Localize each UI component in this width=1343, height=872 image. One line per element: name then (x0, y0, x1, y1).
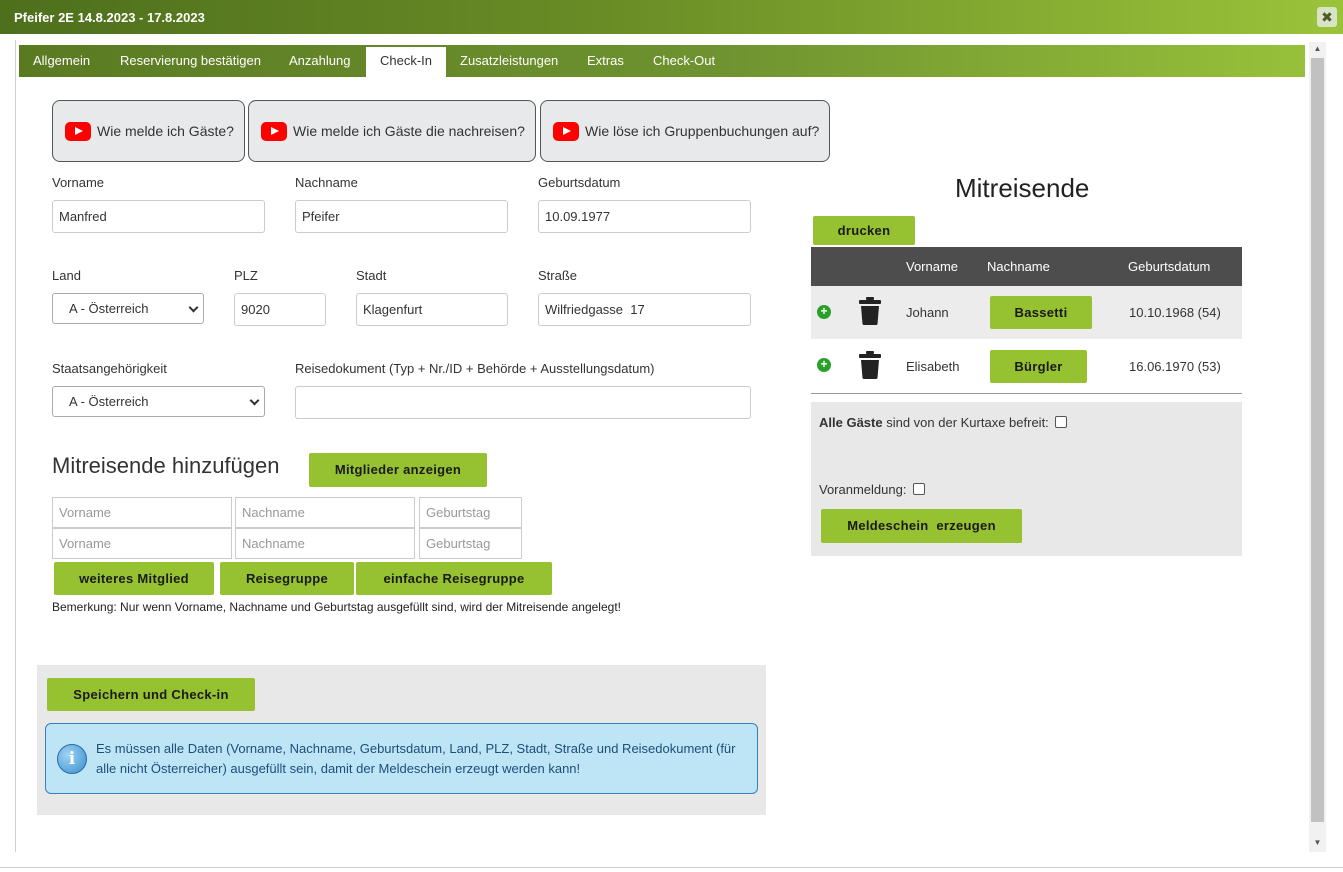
tab-anzahlung[interactable]: Anzahlung (275, 45, 364, 77)
table-divider (811, 393, 1242, 394)
plus-circle-icon[interactable]: + (817, 305, 831, 319)
trash-icon[interactable] (858, 351, 882, 379)
video-help-label: Wie löse ich Gruppenbuchungen auf? (585, 123, 820, 139)
tab-zusatzleistungen[interactable]: Zusatzleistungen (446, 45, 572, 77)
video-help-group-bookings-button[interactable]: Wie löse ich Gruppenbuchungen auf? (540, 100, 830, 162)
scrollbar-thumb[interactable] (1311, 58, 1324, 822)
companions-table-header: Vorname Nachname Geburtsdatum (811, 247, 1242, 286)
info-icon: i (57, 744, 87, 774)
dialog-title: Pfeifer 2E 14.8.2023 - 17.8.2023 (14, 10, 205, 25)
save-and-checkin-button[interactable]: Speichern und Check-in (47, 678, 255, 711)
companion-geburtstag-input[interactable]: Geburtstag (419, 497, 522, 528)
companion-nachname-button[interactable]: Bassetti (990, 296, 1092, 329)
nachname-label: Nachname (295, 175, 358, 190)
print-button[interactable]: drucken (813, 216, 915, 245)
staatsangehoerigkeit-select-value: A - Österreich (69, 394, 149, 409)
voranmeldung-option: Voranmeldung: (819, 482, 926, 497)
scrollbar[interactable]: ▲ ▼ (1309, 42, 1326, 852)
youtube-icon (65, 122, 91, 141)
info-message-text: Es müssen alle Daten (Vorname, Nachname,… (96, 741, 736, 776)
companion-geburtsdatum: 10.10.1968 (54) (1129, 305, 1221, 320)
stadt-input[interactable]: Klagenfurt (356, 293, 508, 326)
column-header-nachname: Nachname (987, 259, 1050, 274)
kurtaxe-exempt-checkbox[interactable] (1055, 416, 1068, 428)
simple-travel-group-button[interactable]: einfache Reisegruppe (356, 562, 552, 595)
youtube-icon (261, 122, 287, 141)
plz-input[interactable]: 9020 (234, 293, 326, 326)
companions-heading: Mitreisende (955, 173, 1090, 203)
tab-reservierung-bestaetigen[interactable]: Reservierung bestätigen (106, 45, 275, 77)
chevron-down-icon (188, 302, 199, 313)
companion-nachname-input[interactable]: Nachname (235, 528, 415, 559)
add-companions-heading: Mitreisende hinzufügen (52, 453, 280, 478)
companion-geburtstag-input[interactable]: Geburtstag (419, 528, 522, 559)
companion-geburtsdatum: 16.06.1970 (53) (1129, 359, 1221, 374)
plus-circle-icon[interactable]: + (817, 358, 831, 372)
video-help-label: Wie melde ich Gäste? (97, 123, 234, 139)
strasse-label: Straße (538, 268, 578, 283)
scroll-up-icon[interactable]: ▲ (1309, 42, 1326, 56)
travel-group-button[interactable]: Reisegruppe (220, 562, 354, 595)
column-header-geburtsdatum: Geburtsdatum (1128, 259, 1211, 274)
video-help-late-guests-button[interactable]: Wie melde ich Gäste die nachreisen? (248, 100, 536, 162)
geburtsdatum-label: Geburtsdatum (538, 175, 621, 190)
trash-icon[interactable] (858, 297, 882, 325)
table-row: + Elisabeth Bürgler 16.06.1970 (53) (811, 340, 1242, 393)
show-members-button[interactable]: Mitglieder anzeigen (309, 453, 487, 487)
generate-registration-form-button[interactable]: Meldeschein erzeugen (821, 509, 1022, 543)
kurtaxe-label: sind von der Kurtaxe befreit: (882, 415, 1049, 430)
kurtaxe-label-bold: Alle Gäste (819, 415, 883, 430)
vorname-input[interactable]: Manfred (52, 200, 265, 233)
land-label: Land (52, 268, 81, 283)
land-select[interactable]: A - Österreich (52, 293, 204, 324)
staatsangehoerigkeit-select[interactable]: A - Österreich (52, 386, 265, 417)
add-companions-note: Bemerkung: Nur wenn Vorname, Nachname un… (52, 600, 621, 614)
tab-check-in[interactable]: Check-In (366, 47, 447, 77)
reisedokument-input[interactable] (295, 386, 751, 419)
table-row: + Johann Bassetti 10.10.1968 (54) (811, 286, 1242, 339)
companion-vorname-input[interactable]: Vorname (52, 497, 232, 528)
land-select-value: A - Österreich (69, 301, 149, 316)
plz-label: PLZ (234, 268, 258, 283)
staatsangehoerigkeit-label: Staatsangehörigkeit (52, 361, 167, 376)
scroll-down-icon[interactable]: ▼ (1309, 836, 1326, 850)
tab-extras[interactable]: Extras (573, 45, 638, 77)
voranmeldung-checkbox[interactable] (913, 483, 926, 495)
tab-bar: Allgemein Reservierung bestätigen Anzahl… (19, 45, 1305, 77)
reisedokument-label: Reisedokument (Typ + Nr./ID + Behörde + … (295, 361, 655, 376)
chevron-down-icon (249, 395, 260, 406)
geburtsdatum-input[interactable]: 10.09.1977 (538, 200, 751, 233)
tab-check-out[interactable]: Check-Out (639, 45, 729, 77)
dialog-titlebar: Pfeifer 2E 14.8.2023 - 17.8.2023 ✖ (0, 0, 1343, 34)
video-help-guests-button[interactable]: Wie melde ich Gäste? (52, 100, 245, 162)
strasse-input[interactable]: Wilfriedgasse 17 (538, 293, 751, 326)
close-icon[interactable]: ✖ (1317, 7, 1337, 27)
info-message: i Es müssen alle Daten (Vorname, Nachnam… (45, 723, 758, 794)
stadt-label: Stadt (356, 268, 387, 283)
youtube-icon (553, 122, 579, 141)
companion-vorname: Johann (906, 305, 949, 320)
video-help-label: Wie melde ich Gäste die nachreisen? (293, 123, 525, 139)
tab-allgemein[interactable]: Allgemein (19, 45, 104, 77)
voranmeldung-label: Voranmeldung: (819, 482, 907, 497)
nachname-input[interactable]: Pfeifer (295, 200, 508, 233)
add-more-member-button[interactable]: weiteres Mitglied (54, 562, 214, 595)
vorname-label: Vorname (52, 175, 105, 190)
kurtaxe-exempt-option: Alle Gäste sind von der Kurtaxe befreit: (819, 415, 1068, 430)
column-header-vorname: Vorname (906, 259, 959, 274)
companion-nachname-button[interactable]: Bürgler (990, 350, 1087, 383)
companion-nachname-input[interactable]: Nachname (235, 497, 415, 528)
companion-vorname: Elisabeth (906, 359, 960, 374)
window-bottom-border (0, 867, 1343, 868)
companion-vorname-input[interactable]: Vorname (52, 528, 232, 559)
